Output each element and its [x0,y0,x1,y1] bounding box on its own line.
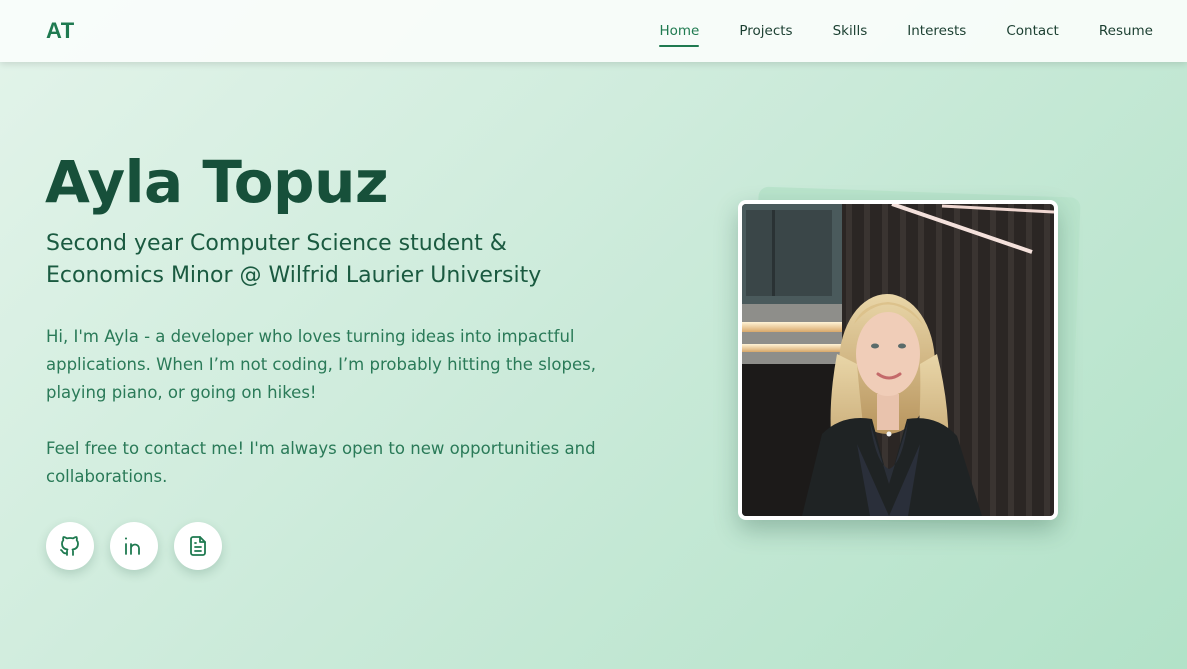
github-icon [60,536,79,556]
nav-links: Home Projects Skills Interests Contact R… [619,0,1153,62]
hero-subtitle: Second year Computer Science student & E… [46,231,542,288]
contact-text: Feel free to contact me! I'm always open… [46,439,596,486]
github-button[interactable] [46,522,94,570]
nav-link-contact[interactable]: Contact [1006,0,1059,62]
nav-link-resume[interactable]: Resume [1099,0,1153,62]
document-icon [190,536,206,556]
logo[interactable]: AT [46,18,75,44]
linkedin-button[interactable] [110,522,158,570]
resume-button[interactable] [174,522,222,570]
nav-link-skills[interactable]: Skills [833,0,868,62]
intro-text: Hi, I'm Ayla - a developer who loves tur… [46,327,596,402]
navbar: AT Home Projects Skills Interests Contac… [0,0,1187,62]
profile-photo [738,200,1058,520]
linkedin-icon [125,537,140,555]
nav-link-home[interactable]: Home [659,0,699,62]
nav-link-interests[interactable]: Interests [907,0,966,62]
nav-link-projects[interactable]: Projects [739,0,792,62]
portrait-image [742,204,1054,516]
social-links [46,522,238,570]
hero-name: Ayla Topuz [45,148,389,216]
